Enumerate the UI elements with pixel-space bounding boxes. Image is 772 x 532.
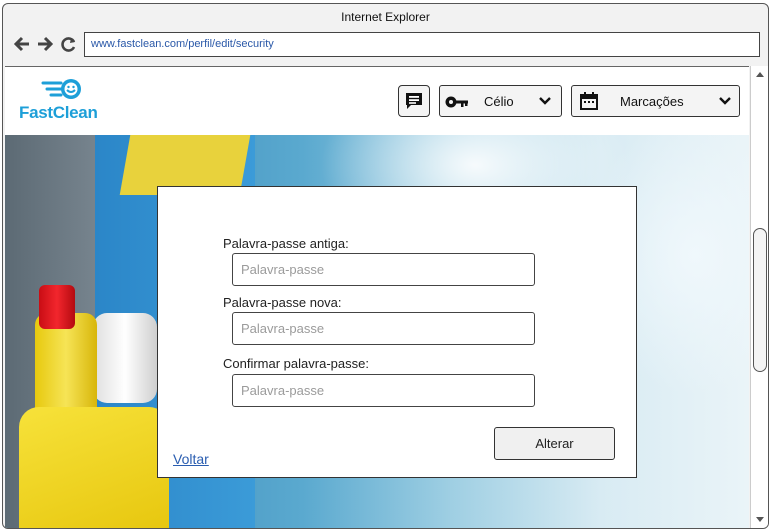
back-link[interactable]: Voltar [173, 451, 209, 467]
appointments-menu-label: Marcações [620, 94, 684, 109]
logo-mark-icon [41, 79, 81, 99]
vertical-scrollbar[interactable] [750, 66, 768, 528]
appointments-menu-dropdown[interactable]: Marcações [571, 85, 740, 117]
chevron-down-icon [719, 97, 731, 105]
site-logo[interactable]: FastClean [19, 77, 115, 127]
calendar-icon [580, 92, 598, 110]
old-password-label: Palavra-passe antiga: [223, 236, 349, 251]
browser-window: Internet Explorer www.fastclean.com/perf… [2, 3, 769, 529]
scroll-up-icon[interactable] [755, 70, 765, 78]
old-password-input[interactable] [232, 253, 535, 286]
refresh-icon[interactable] [59, 34, 79, 54]
user-menu-label: Célio [484, 94, 514, 109]
new-password-label: Palavra-passe nova: [223, 295, 342, 310]
chevron-down-icon [539, 97, 551, 105]
key-icon [445, 96, 468, 108]
scrollbar-thumb[interactable] [753, 228, 767, 372]
site-header: FastClean Célio Marcações [5, 67, 749, 135]
change-password-card: Palavra-passe antiga: Palavra-passe nova… [157, 186, 637, 478]
confirm-password-input[interactable] [232, 374, 535, 407]
logo-text: FastClean [19, 103, 98, 122]
forward-arrow-icon[interactable] [35, 34, 55, 54]
chat-button[interactable] [398, 85, 430, 117]
confirm-password-label: Confirmar palavra-passe: [223, 356, 369, 371]
chat-icon [406, 93, 422, 109]
page-viewport: FastClean Célio Marcações Palavra-passe … [5, 66, 749, 528]
address-bar[interactable]: www.fastclean.com/perfil/edit/security [84, 32, 760, 57]
new-password-input[interactable] [232, 312, 535, 345]
change-password-button[interactable]: Alterar [494, 427, 615, 460]
user-menu-dropdown[interactable]: Célio [439, 85, 562, 117]
scroll-down-icon[interactable] [755, 516, 765, 524]
back-arrow-icon[interactable] [12, 34, 32, 54]
window-title: Internet Explorer [341, 10, 430, 24]
